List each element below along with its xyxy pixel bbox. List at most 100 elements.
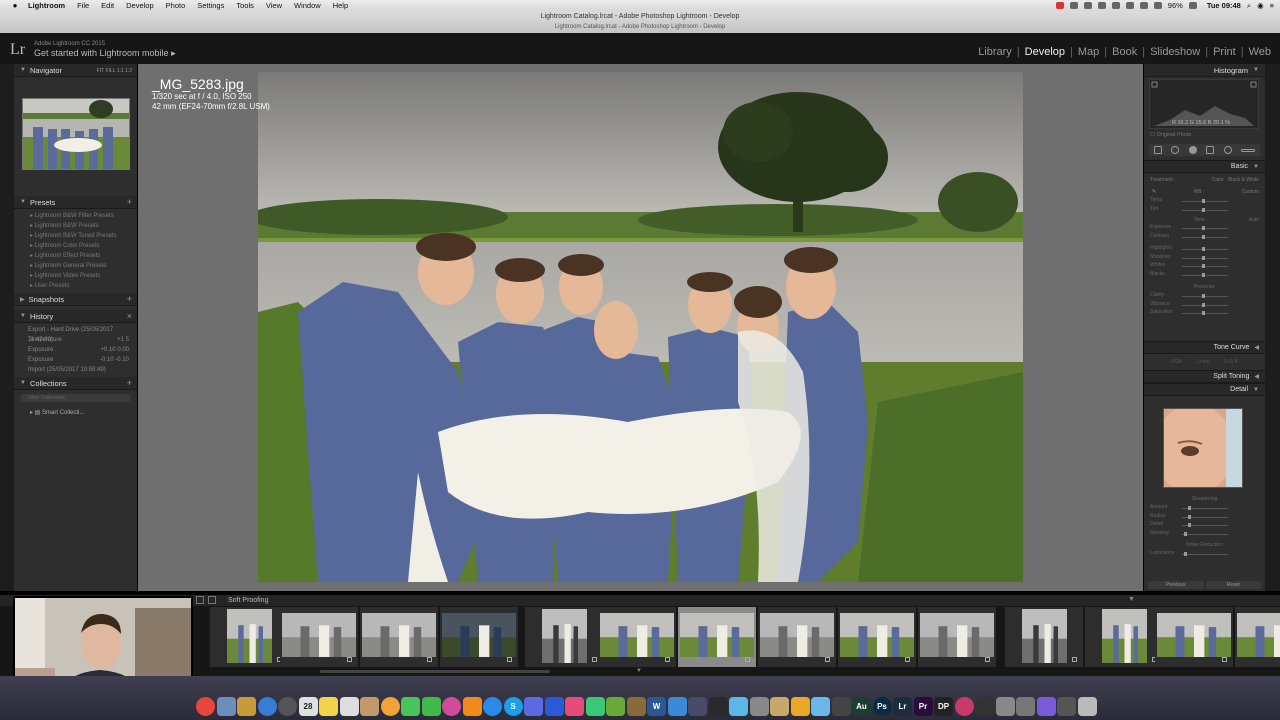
battery-percent[interactable]: 96% — [1168, 1, 1183, 10]
slider-detail[interactable]: Detail — [1144, 521, 1265, 530]
expand-triangle-icon[interactable]: ◀ — [1254, 373, 1259, 380]
slider-shadows[interactable]: Shadows — [1144, 254, 1265, 263]
slider-track[interactable] — [1182, 313, 1228, 314]
history-row[interactable]: Temperature +1 5 — [14, 335, 137, 345]
app-icon-1[interactable] — [524, 697, 543, 716]
ibooks-icon[interactable] — [462, 697, 482, 716]
menu-photo[interactable]: Photo — [160, 1, 192, 10]
lightroom-icon[interactable]: Lr — [893, 697, 912, 716]
menu-edit[interactable]: Edit — [95, 1, 120, 10]
slider-highlights[interactable]: Highlights — [1144, 245, 1265, 254]
app-icon-14[interactable] — [811, 697, 830, 716]
module-book[interactable]: Book — [1107, 46, 1142, 58]
history-row[interactable]: Import (25/05/2017 10:59:49) — [14, 365, 137, 375]
detail-preview[interactable] — [1163, 408, 1243, 488]
radial-filter-icon[interactable] — [1223, 146, 1232, 154]
previous-button[interactable]: Previous — [1148, 581, 1204, 589]
preset-folder[interactable]: ▸ Lightroom B&W Presets — [30, 221, 137, 231]
treatment-color[interactable]: Color — [1212, 177, 1224, 183]
menu-clock[interactable]: Tue 09:48 — [1207, 1, 1241, 10]
collapse-triangle-icon[interactable]: ▼ — [20, 199, 26, 205]
module-slideshow[interactable]: Slideshow — [1145, 46, 1205, 58]
menu-app-name[interactable]: Lightroom — [22, 1, 71, 10]
skype-icon[interactable]: S — [503, 697, 523, 716]
red-eye-icon[interactable] — [1188, 146, 1197, 154]
mobile-prompt-text[interactable]: Get started with Lightroom mobile — [34, 48, 169, 58]
filmstrip-thumb[interactable] — [1155, 607, 1233, 667]
preset-folder[interactable]: ▸ Lightroom B&W Filter Presets — [30, 211, 137, 221]
word-icon[interactable]: W — [647, 697, 666, 716]
siri-icon[interactable]: ◉ — [1257, 1, 1264, 10]
preset-folder[interactable]: ▸ User Presets — [30, 281, 137, 291]
appstore-icon[interactable] — [483, 697, 502, 716]
module-map[interactable]: Map — [1073, 46, 1104, 58]
navigator-header[interactable]: ▼ Navigator FIT FILL 1:1 1:2 — [14, 64, 137, 77]
collapse-triangle-icon[interactable]: ▼ — [1253, 164, 1259, 170]
filmstrip-thumb[interactable] — [598, 607, 676, 667]
collapse-triangle-icon[interactable]: ▼ — [20, 313, 26, 319]
history-row[interactable]: Export - Hard Drive (25/05/2017 11:47:00… — [14, 325, 137, 343]
collapse-triangle-icon[interactable]: ▼ — [1253, 387, 1259, 393]
app-icon-8[interactable] — [688, 697, 707, 716]
preset-folder[interactable]: ▸ Lightroom B&W Toned Presets — [30, 231, 137, 241]
filmstrip-scroll-thumb[interactable] — [320, 670, 550, 673]
expand-triangle-icon[interactable]: ◀ — [1254, 344, 1259, 351]
wifi-icon[interactable] — [1153, 2, 1162, 9]
facetime-icon[interactable] — [421, 697, 441, 716]
preset-folder-label[interactable]: Lightroom B&W Toned Presets — [35, 233, 117, 239]
history-row[interactable]: Exposure +0.10 0.00 — [14, 345, 137, 355]
filmstrip-thumb[interactable] — [918, 607, 996, 667]
preset-folder-label[interactable]: Lightroom General Presets — [35, 263, 107, 269]
slider-knob[interactable] — [1202, 294, 1205, 298]
preset-folder-label[interactable]: Lightroom B&W Presets — [35, 223, 99, 229]
slider-knob[interactable] — [1202, 311, 1205, 315]
status-icon[interactable] — [1069, 2, 1078, 9]
main-photo[interactable] — [258, 72, 1023, 582]
slider-knob[interactable] — [1202, 255, 1205, 260]
reset-button[interactable]: Reset — [1205, 581, 1261, 589]
app-icon-12[interactable] — [770, 697, 789, 716]
slider-knob[interactable] — [1188, 514, 1191, 519]
trash-icon[interactable] — [1077, 697, 1097, 716]
photoshop-icon[interactable]: Ps — [872, 697, 892, 716]
menu-settings[interactable]: Settings — [191, 1, 230, 10]
history-header[interactable]: ▼ History × — [14, 310, 137, 323]
preset-folder-label[interactable]: Lightroom Color Presets — [35, 243, 100, 249]
slider-knob[interactable] — [1202, 272, 1205, 277]
preset-folder-label[interactable]: Lightroom B&W Filter Presets — [35, 213, 114, 219]
slider-amount[interactable]: Amount — [1144, 504, 1265, 513]
navigator-preview[interactable] — [22, 98, 130, 170]
app-icon-7[interactable] — [667, 697, 687, 716]
collections-filter-input[interactable]: Filter Collections — [20, 394, 131, 402]
slider-exposure[interactable]: Exposure — [1144, 224, 1265, 233]
slider-track[interactable] — [1182, 554, 1228, 555]
notes-icon[interactable] — [319, 697, 338, 716]
bluetooth-icon[interactable] — [1125, 2, 1134, 9]
contacts-icon[interactable] — [360, 697, 379, 716]
menu-develop[interactable]: Develop — [120, 1, 160, 10]
slider-track[interactable] — [1182, 274, 1228, 276]
status-icon[interactable] — [1111, 2, 1120, 9]
tone-curve-header[interactable]: Tone Curve ◀ — [1144, 341, 1265, 354]
add-preset-icon[interactable]: + — [127, 197, 132, 207]
histogram-header[interactable]: Histogram ▼ — [1144, 64, 1265, 77]
presets-header[interactable]: ▼ Presets + — [14, 196, 137, 209]
detail-header[interactable]: Detail ▼ — [1144, 383, 1265, 396]
menu-view[interactable]: View — [260, 1, 288, 10]
adjustment-brush-icon[interactable] — [1241, 148, 1256, 152]
app-icon-4[interactable] — [585, 697, 605, 716]
tone-auto-button[interactable]: Auto — [1249, 217, 1259, 223]
filmstrip-thumb[interactable] — [1005, 607, 1083, 667]
add-collection-icon[interactable]: + — [127, 378, 132, 388]
app-icon-17[interactable] — [975, 697, 994, 716]
slider-blacks[interactable]: Blacks — [1144, 271, 1265, 280]
menu-tools[interactable]: Tools — [230, 1, 260, 10]
slider-whites[interactable]: Whites — [1144, 262, 1265, 271]
collapse-triangle-icon[interactable]: ▼ — [20, 67, 26, 73]
app-icon-2[interactable] — [544, 697, 564, 716]
slider-track[interactable] — [1182, 236, 1228, 238]
channel-r-g-b[interactable]: R G B — [1224, 359, 1238, 365]
collapse-triangle-icon[interactable]: ▼ — [20, 380, 26, 386]
menu-help[interactable]: Help — [327, 1, 354, 10]
filmstrip-thumb[interactable] — [678, 607, 756, 667]
